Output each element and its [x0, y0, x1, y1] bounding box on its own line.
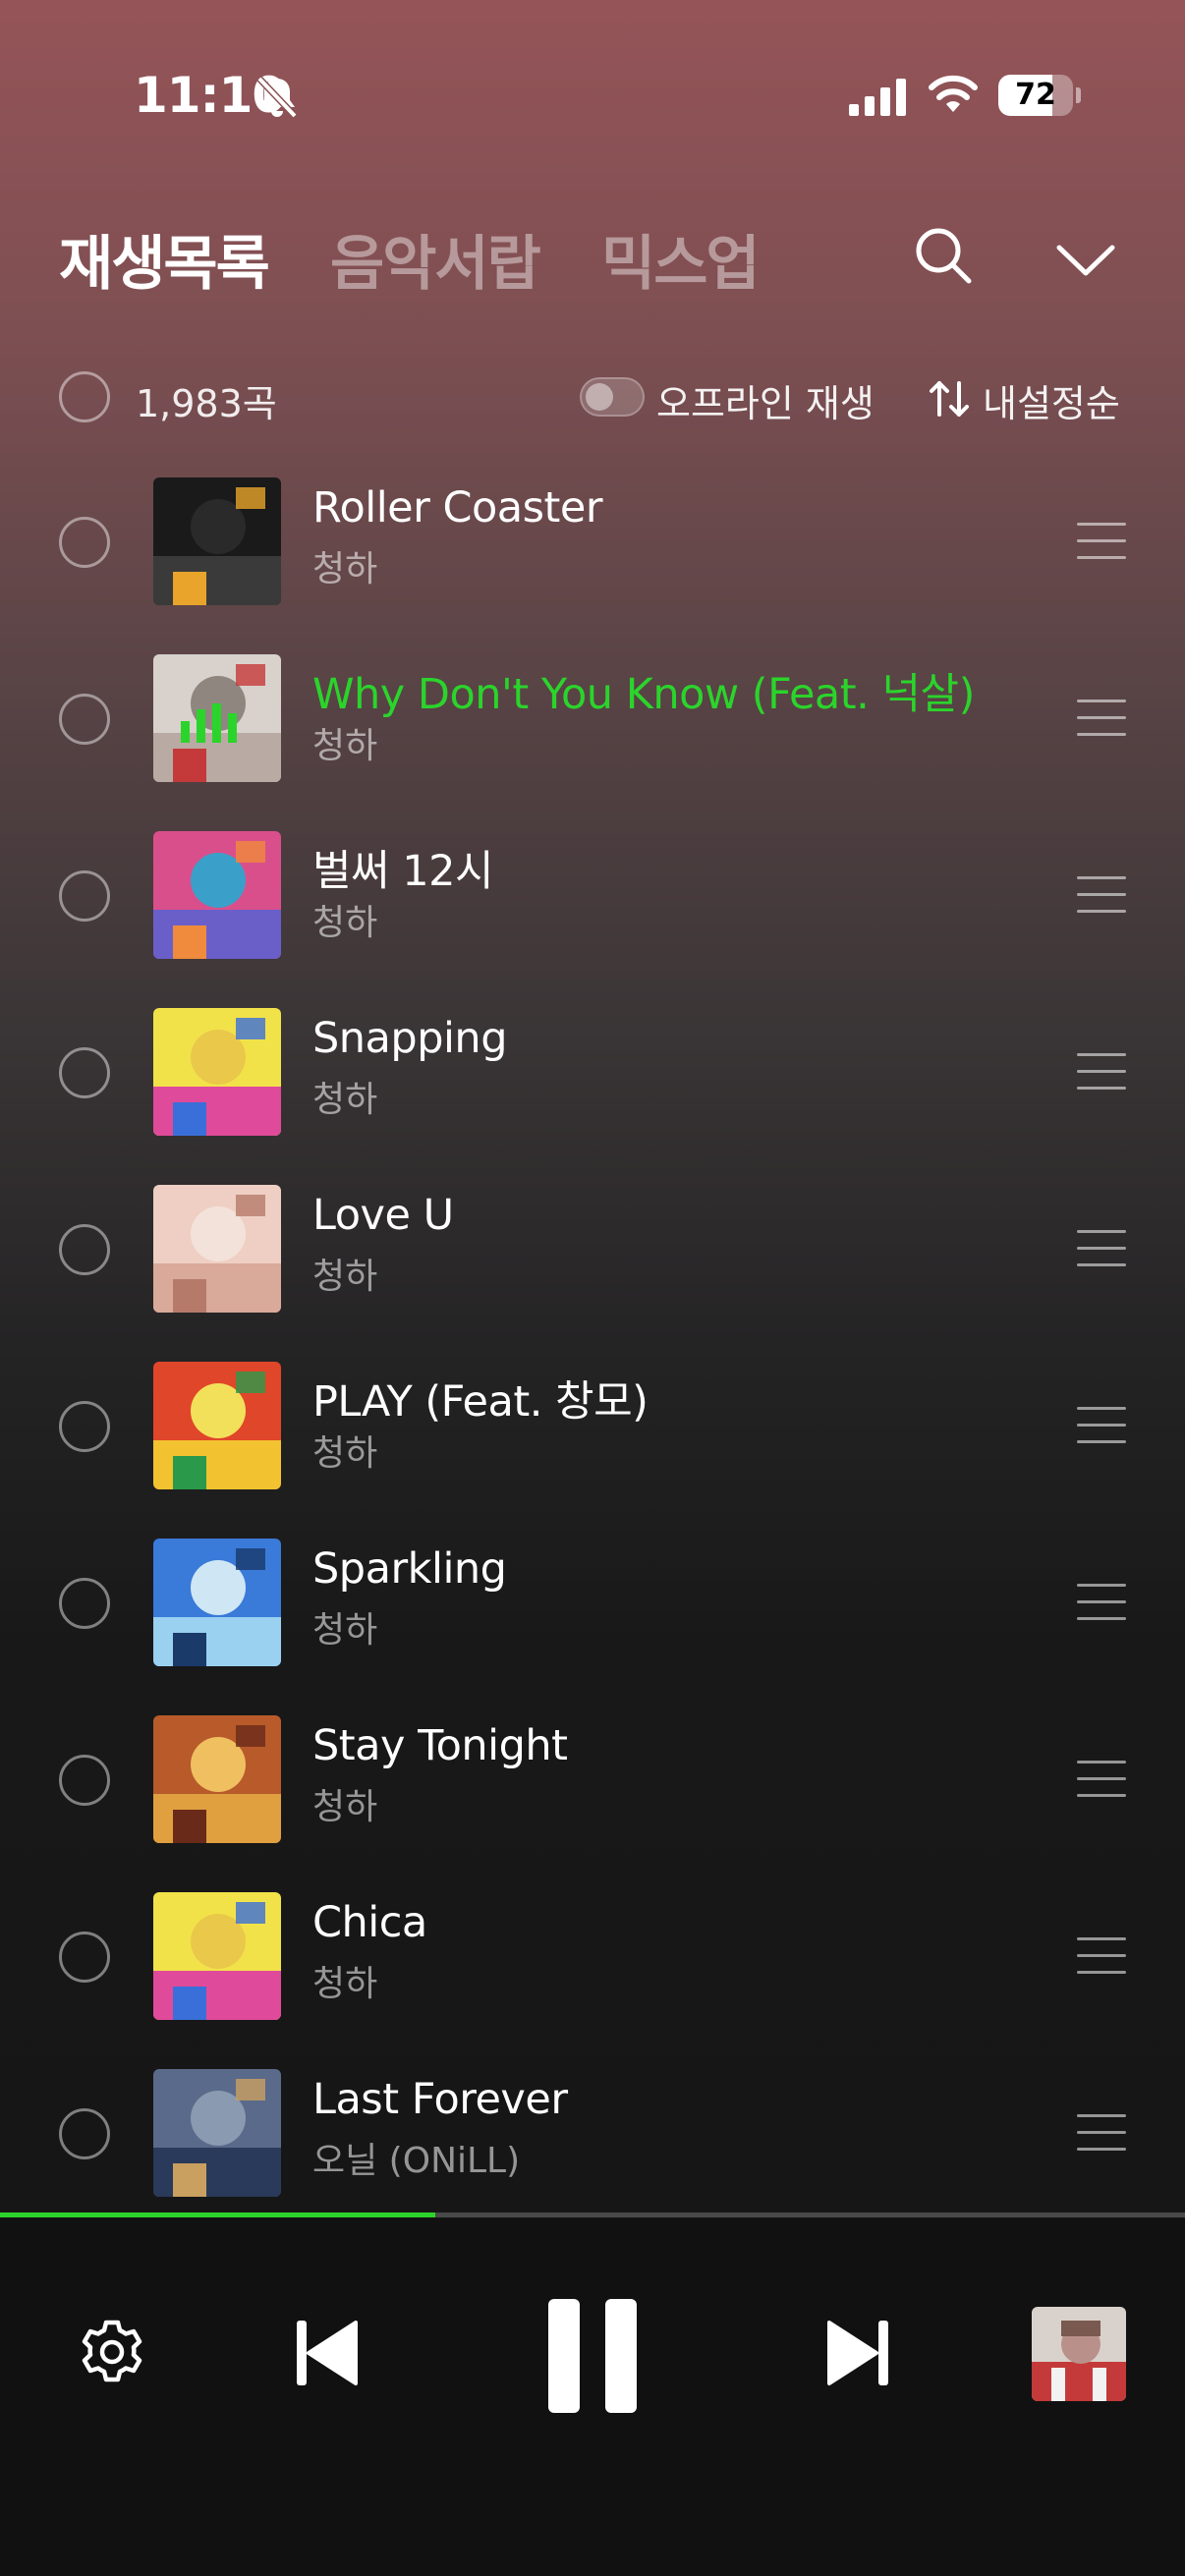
- track-title: Why Don't You Know (Feat. 넉살): [312, 670, 975, 719]
- track-select-checkbox[interactable]: [59, 2108, 110, 2159]
- track-row[interactable]: 벌써 12시청하: [0, 825, 1185, 1002]
- offline-label: 오프라인 재생: [656, 382, 875, 425]
- playback-progress-bar[interactable]: [0, 2212, 1185, 2217]
- track-select-checkbox[interactable]: [59, 517, 110, 568]
- player-bar: [0, 2218, 1185, 2576]
- track-row[interactable]: Roller Coaster 청하: [0, 472, 1185, 648]
- album-art: [153, 831, 281, 959]
- track-select-checkbox[interactable]: [59, 1401, 110, 1452]
- track-select-checkbox[interactable]: [59, 694, 110, 745]
- track-title: Last Forever: [312, 2075, 568, 2124]
- cellular-signal-icon: [849, 79, 906, 116]
- chevron-down-icon[interactable]: [1055, 236, 1116, 285]
- tab-playlist[interactable]: 재생목록: [59, 216, 270, 302]
- track-title: Snapping: [312, 1014, 507, 1063]
- album-art: [153, 1185, 281, 1313]
- drag-handle-icon[interactable]: [1077, 523, 1126, 560]
- album-art: [153, 2069, 281, 2197]
- wifi-icon: [929, 75, 978, 112]
- album-art: [153, 1539, 281, 1666]
- drag-handle-icon[interactable]: [1077, 700, 1126, 737]
- drag-handle-icon[interactable]: [1077, 1230, 1126, 1267]
- track-title: Chica: [312, 1898, 427, 1947]
- select-all-checkbox[interactable]: [59, 371, 110, 422]
- track-artist: 청하: [312, 1080, 378, 1120]
- track-select-checkbox[interactable]: [59, 1755, 110, 1806]
- track-select-checkbox[interactable]: [59, 1578, 110, 1629]
- now-playing-album-art[interactable]: [1032, 2307, 1126, 2401]
- drag-handle-icon[interactable]: [1077, 1761, 1126, 1798]
- now-playing-equalizer-icon: [181, 703, 237, 743]
- track-row[interactable]: Chica 청하: [0, 1886, 1185, 2063]
- track-artist: 청하: [312, 549, 378, 589]
- track-select-checkbox[interactable]: [59, 1047, 110, 1098]
- sort-icon: [930, 381, 969, 417]
- album-art: [153, 1008, 281, 1136]
- track-title: Love U: [312, 1191, 454, 1240]
- tab-music-drawer[interactable]: 음악서랍: [330, 216, 541, 302]
- bell-slash-icon: [256, 76, 298, 119]
- track-select-checkbox[interactable]: [59, 1224, 110, 1275]
- status-bar: 11:10 72: [0, 0, 1185, 196]
- track-row[interactable]: Sparkling 청하: [0, 1533, 1185, 1709]
- playlist-toolbar: 1,983곡 오프라인 재생 내설정순: [0, 367, 1185, 426]
- settings-gear-icon[interactable]: [77, 2317, 147, 2387]
- track-count: 1,983곡: [136, 382, 277, 425]
- track-artist: 청하: [312, 1964, 378, 2004]
- album-art: [153, 477, 281, 605]
- track-row[interactable]: Snapping 청하: [0, 1002, 1185, 1179]
- track-title: Sparkling: [312, 1544, 507, 1594]
- album-art: [153, 1892, 281, 2020]
- battery-level: 72: [1015, 78, 1056, 112]
- previous-track-icon[interactable]: [295, 2319, 360, 2387]
- album-art: [153, 654, 281, 782]
- drag-handle-icon[interactable]: [1077, 1937, 1126, 1975]
- tab-mixup[interactable]: 믹스업: [601, 216, 761, 302]
- track-artist: 청하: [312, 726, 378, 766]
- drag-handle-icon[interactable]: [1077, 2114, 1126, 2152]
- next-track-icon[interactable]: [825, 2319, 890, 2387]
- album-art: [153, 1362, 281, 1489]
- track-title: Stay Tonight: [312, 1721, 568, 1770]
- track-row[interactable]: Love U 청하: [0, 1179, 1185, 1356]
- pause-icon[interactable]: [546, 2297, 639, 2415]
- playback-progress-fill: [0, 2212, 435, 2217]
- track-artist: 청하: [312, 1433, 378, 1474]
- track-row[interactable]: Stay Tonight 청하: [0, 1709, 1185, 1886]
- battery-indicator: 72: [998, 75, 1081, 116]
- track-row[interactable]: PLAY (Feat. 창모) 청하: [0, 1356, 1185, 1533]
- track-title: Roller Coaster: [312, 483, 603, 532]
- drag-handle-icon[interactable]: [1077, 1584, 1126, 1621]
- track-title: PLAY (Feat. 창모): [312, 1377, 649, 1427]
- track-title: 벌써 12시: [312, 847, 494, 896]
- track-artist: 청하: [312, 903, 378, 943]
- track-artist: 오닐 (ONiLL): [312, 2141, 521, 2181]
- sort-label: 내설정순: [983, 382, 1120, 425]
- track-artist: 청하: [312, 1257, 378, 1297]
- drag-handle-icon[interactable]: [1077, 1053, 1126, 1091]
- search-icon[interactable]: [912, 224, 975, 287]
- drag-handle-icon[interactable]: [1077, 876, 1126, 914]
- track-select-checkbox[interactable]: [59, 1932, 110, 1983]
- offline-toggle[interactable]: [580, 377, 645, 417]
- track-select-checkbox[interactable]: [59, 870, 110, 922]
- track-artist: 청하: [312, 1787, 378, 1827]
- track-row[interactable]: Why Don't You Know (Feat. 넉살) 청하: [0, 648, 1185, 825]
- drag-handle-icon[interactable]: [1077, 1407, 1126, 1444]
- track-artist: 청하: [312, 1610, 378, 1651]
- album-art: [153, 1715, 281, 1843]
